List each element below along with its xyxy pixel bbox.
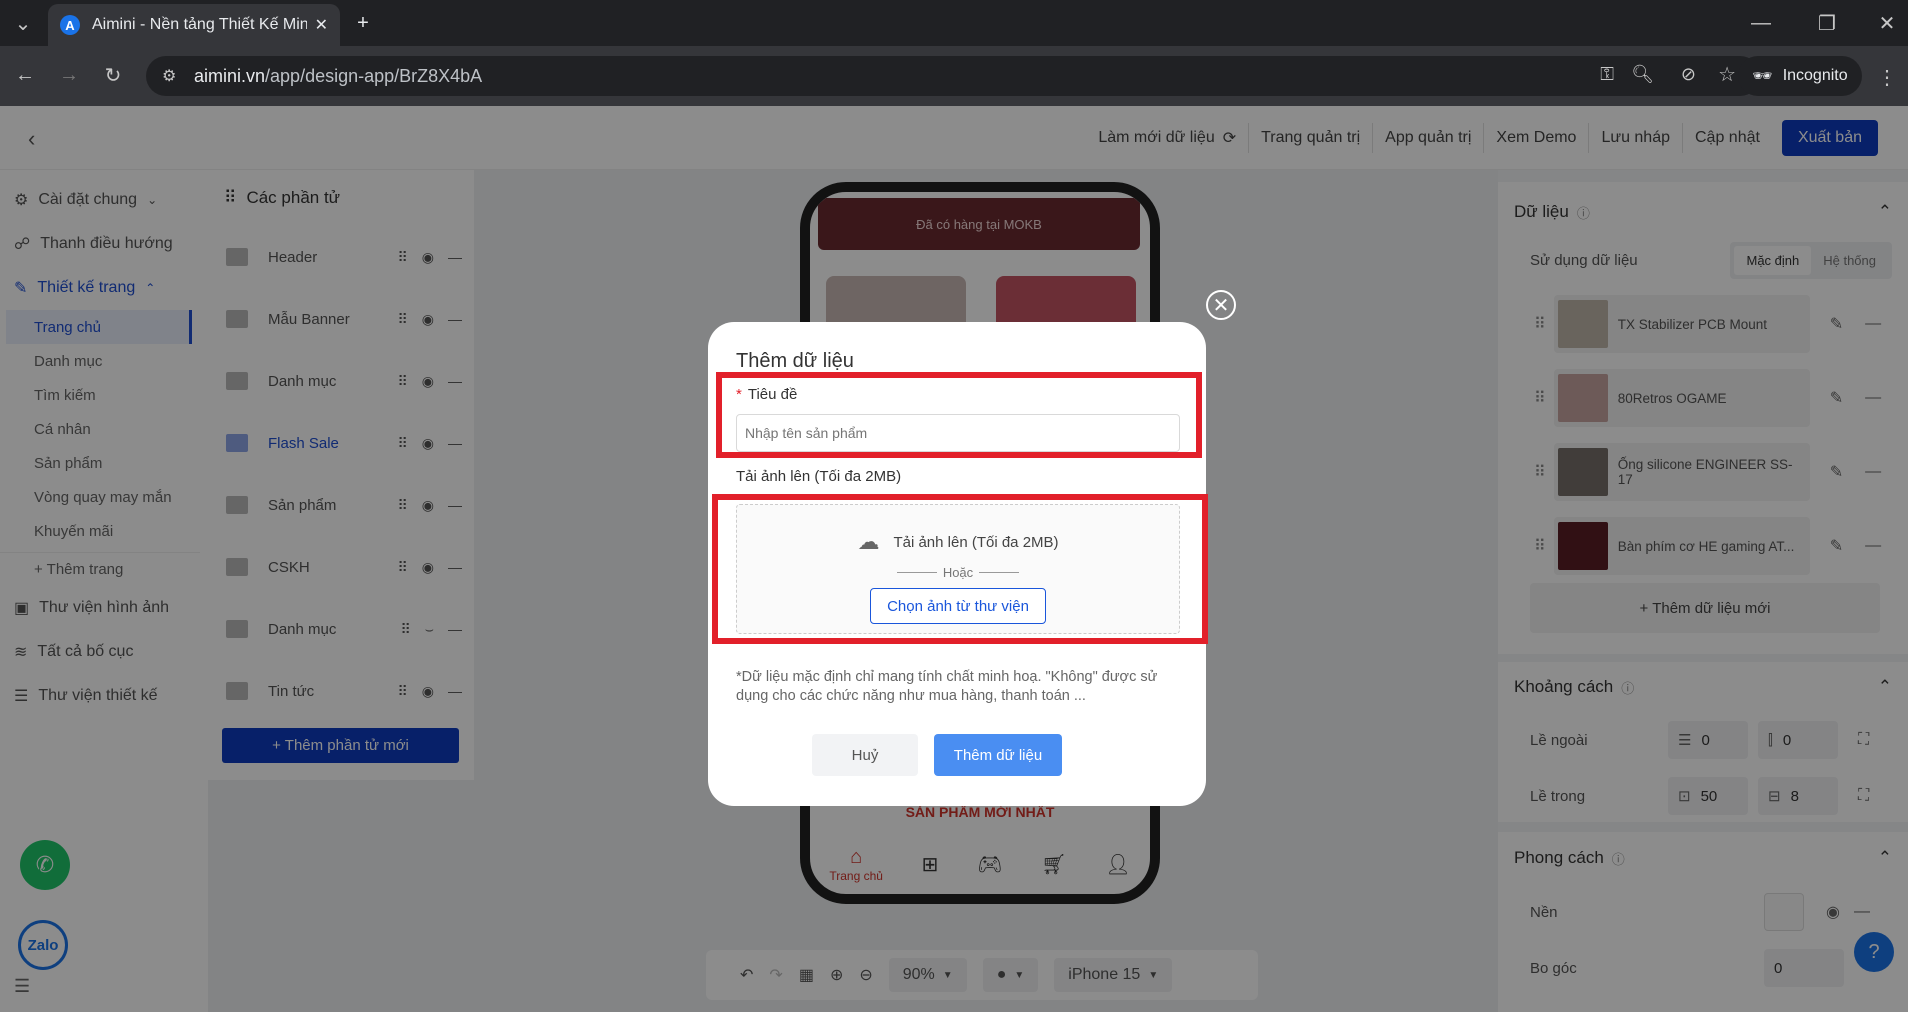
add-data-modal: Thêm dữ liệu * Tiêu đề Tải ảnh lên (Tối đ… [708, 322, 1208, 806]
browser-menu-icon[interactable]: ⋮ [1872, 62, 1902, 92]
browser-tab[interactable]: A Aimini - Nền tảng Thiết Kế Mini ✕ [48, 4, 340, 46]
close-tab-icon[interactable]: ✕ [315, 15, 328, 35]
maximize-icon[interactable]: ❐ [1812, 8, 1842, 38]
tab-search-icon[interactable]: ⌄ [8, 8, 38, 38]
browser-tab-bar: ⌄ A Aimini - Nền tảng Thiết Kế Mini ✕ + … [0, 0, 1908, 46]
tab-title: Aimini - Nền tảng Thiết Kế Mini [92, 16, 307, 33]
modal-note: *Dữ liệu mặc định chỉ mang tính chất min… [736, 669, 1158, 704]
url-path: /app/design-app/BrZ8X4bA [265, 65, 483, 86]
cancel-button[interactable]: Huỷ [812, 734, 918, 776]
cloud-upload-icon: ☁ [857, 529, 880, 554]
zoom-icon[interactable]: 🔍︎ [1631, 64, 1654, 85]
divider-line [896, 572, 937, 573]
or-divider: Hoặc [737, 565, 1179, 580]
modal-title: Thêm dữ liệu [736, 350, 854, 372]
upload-label: Tải ảnh lên (Tối đa 2MB) [736, 468, 902, 485]
add-data-submit-button[interactable]: Thêm dữ liệu [934, 734, 1062, 776]
forward-icon[interactable]: → [54, 60, 84, 90]
url-host: aimini.vn [194, 65, 266, 86]
upload-prompt-text: Tải ảnh lên (Tối đa 2MB) [893, 533, 1059, 551]
field-label-text: Tiêu đề [747, 386, 798, 403]
or-text: Hoặc [942, 565, 974, 580]
favicon: A [60, 15, 80, 35]
back-icon[interactable]: ← [10, 60, 40, 90]
choose-from-library-button[interactable]: Chọn ảnh từ thư viện [870, 588, 1046, 624]
modal-close-button[interactable]: ✕ [1206, 290, 1236, 320]
close-icon: ✕ [1212, 294, 1230, 317]
incognito-badge[interactable]: 🕶︎ Incognito [1738, 56, 1862, 96]
close-window-icon[interactable]: ✕ [1872, 8, 1902, 38]
incognito-icon: 🕶︎ [1752, 68, 1773, 85]
upload-prompt: ☁ Tải ảnh lên (Tối đa 2MB) [737, 529, 1179, 555]
required-mark: * [736, 386, 742, 403]
key-icon[interactable]: ⚿ [1600, 64, 1614, 85]
minimize-icon[interactable]: — [1746, 8, 1776, 38]
incognito-label: Incognito [1782, 67, 1848, 84]
divider-line [979, 572, 1020, 573]
title-field-label: * Tiêu đề [736, 386, 797, 403]
url-field[interactable]: ⚙ aimini.vn/app/design-app/BrZ8X4bA ⚿ 🔍︎… [146, 56, 1760, 96]
star-icon[interactable]: ☆ [1718, 62, 1736, 87]
new-tab-icon[interactable]: + [348, 8, 378, 38]
title-input[interactable] [736, 414, 1180, 452]
eye-off-icon[interactable]: ⊘ [1681, 64, 1696, 85]
upload-dropzone[interactable]: ☁ Tải ảnh lên (Tối đa 2MB) Hoặc Chọn ảnh … [736, 504, 1180, 634]
site-info-icon[interactable]: ⚙ [162, 66, 176, 86]
reload-icon[interactable]: ↻ [98, 60, 128, 90]
library-button-wrap: Chọn ảnh từ thư viện [737, 588, 1179, 624]
